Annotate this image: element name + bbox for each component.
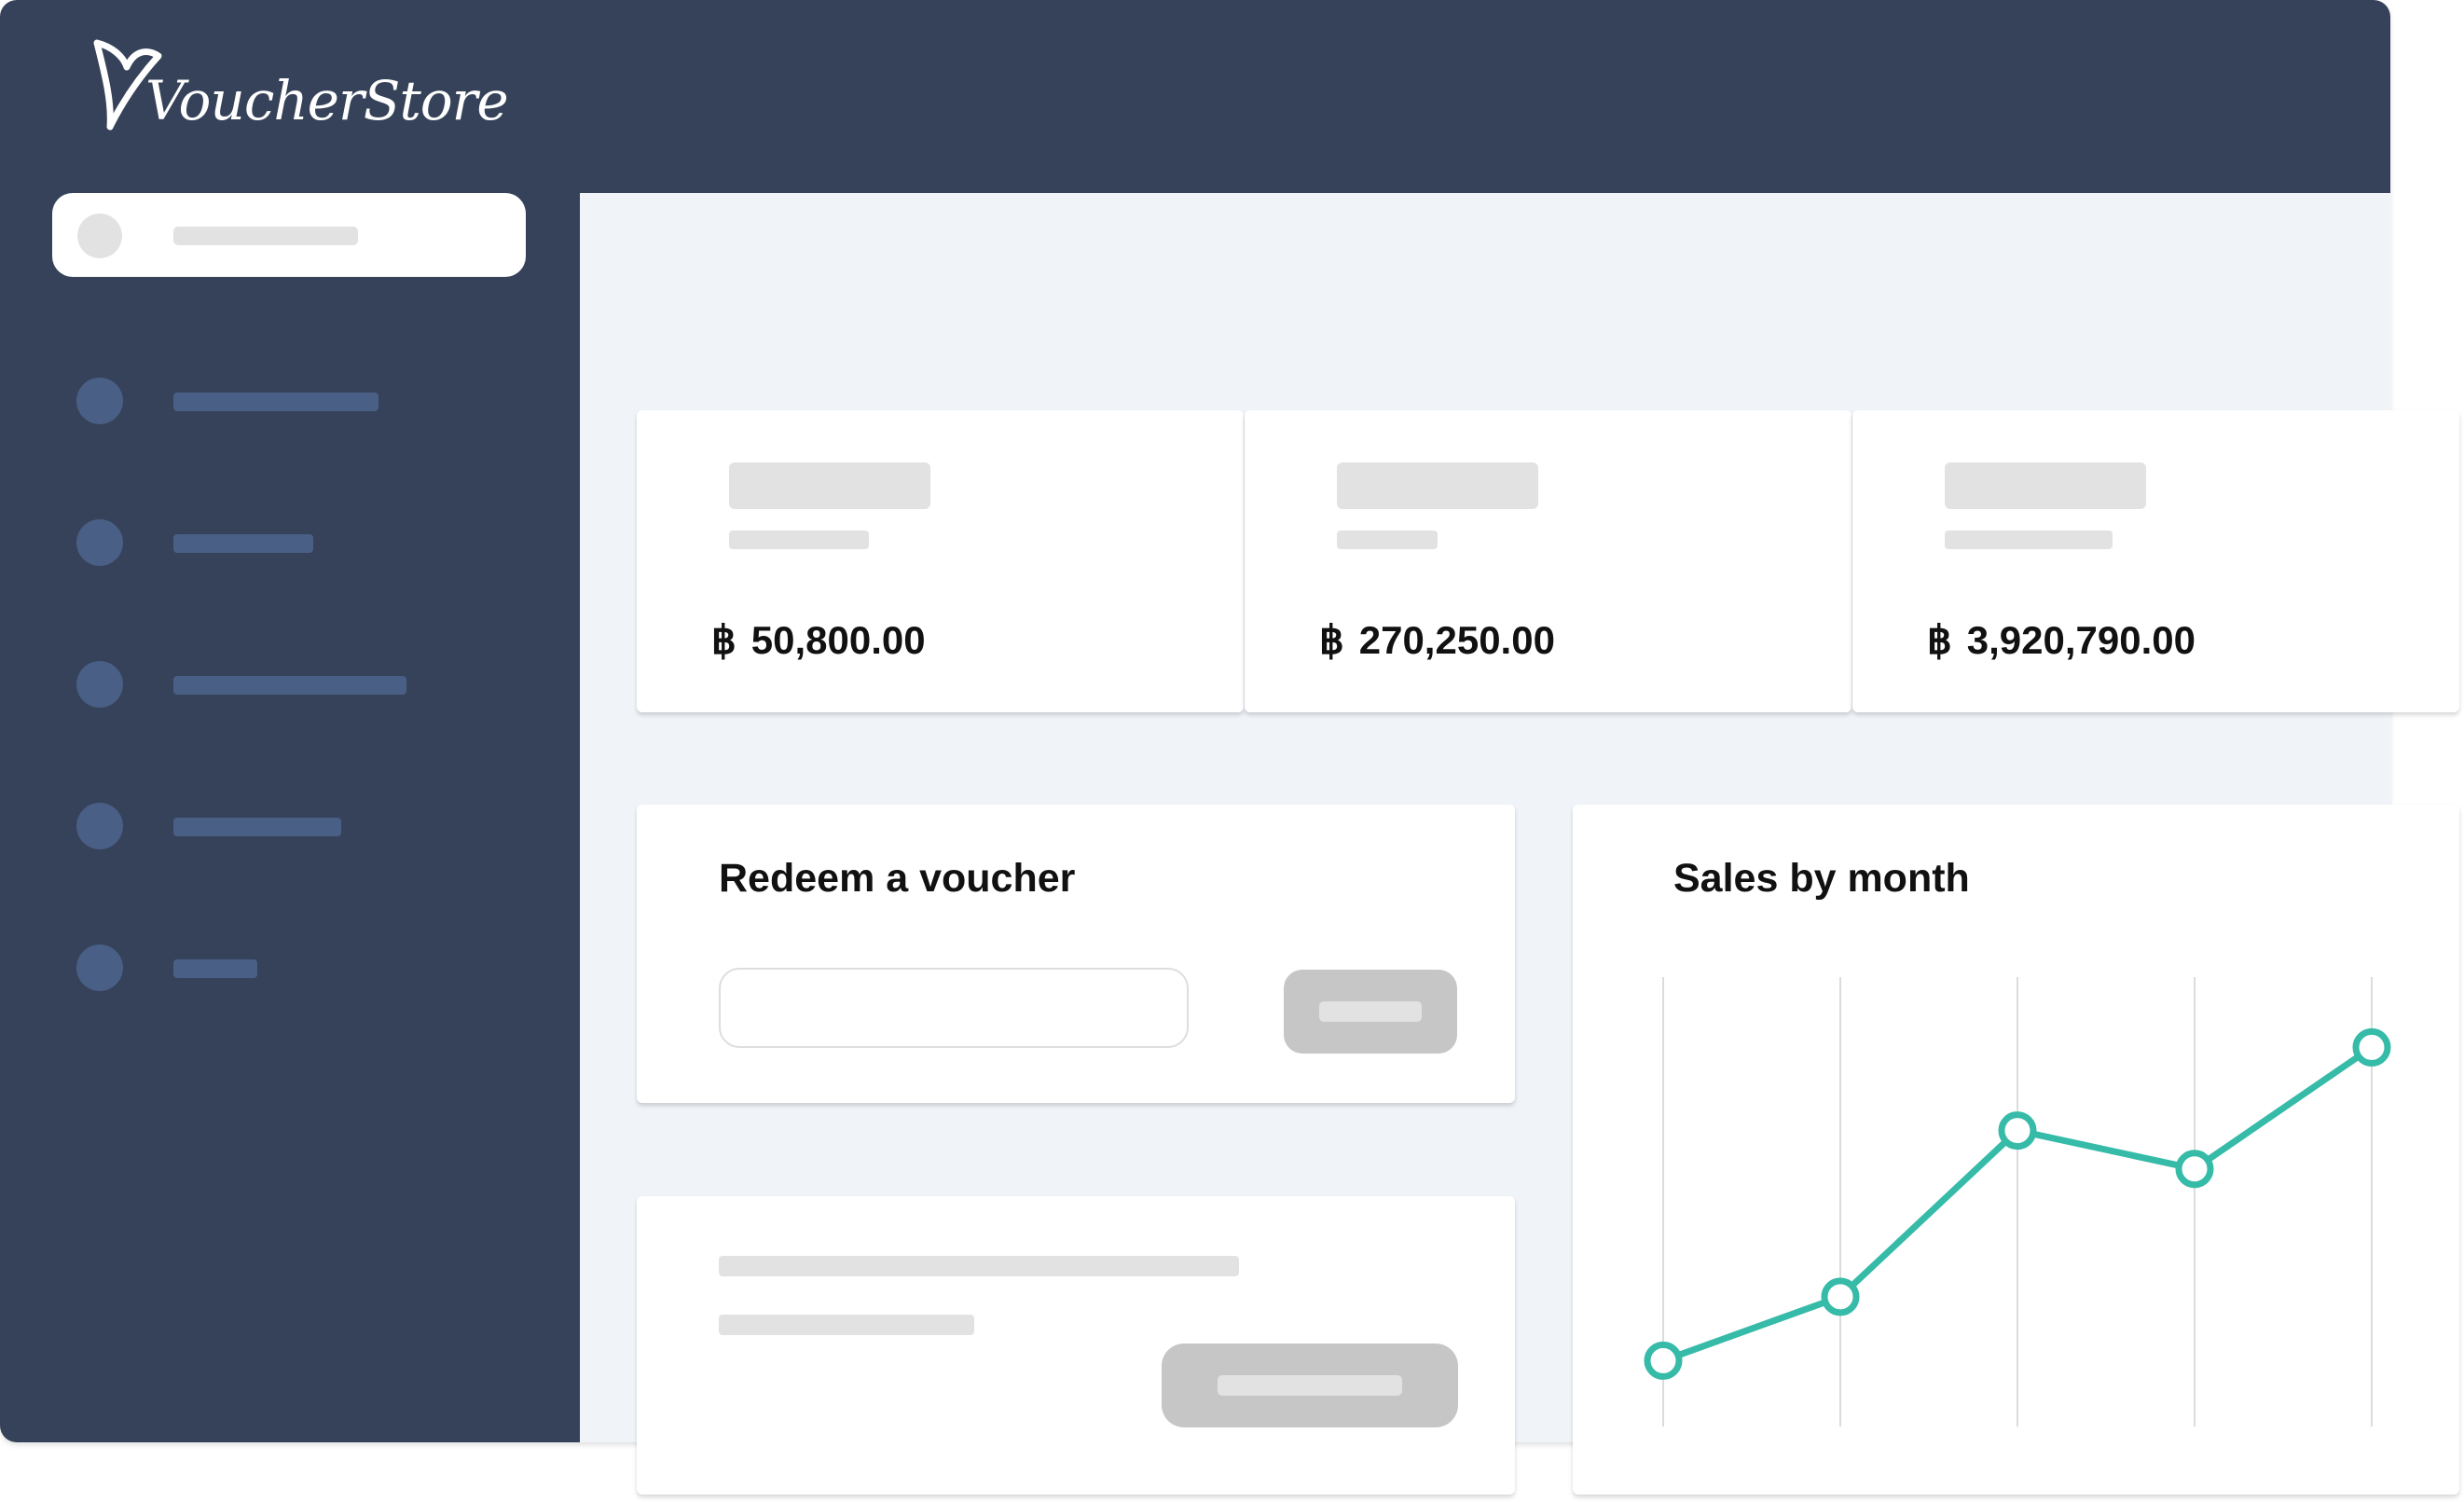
stat-amount: 3,920,790.00 bbox=[1966, 618, 2196, 662]
voucher-code-input[interactable] bbox=[719, 968, 1189, 1048]
avatar-placeholder-icon bbox=[77, 214, 122, 258]
brand-logo[interactable]: VoucherStore bbox=[91, 35, 509, 138]
data-point-4[interactable] bbox=[2175, 1150, 2214, 1189]
stat-title-placeholder bbox=[1945, 462, 2146, 509]
sidebar-item-label-placeholder bbox=[173, 959, 257, 978]
sidebar-item-label-placeholder bbox=[173, 393, 379, 411]
nav-dot-icon bbox=[76, 944, 123, 991]
sidebar-item-4[interactable] bbox=[76, 803, 505, 851]
nav-dot-icon bbox=[76, 378, 123, 424]
stat-subtitle-placeholder bbox=[1337, 531, 1438, 549]
stat-title-placeholder bbox=[729, 462, 930, 509]
sidebar-item-1[interactable] bbox=[76, 378, 505, 426]
stat-subtitle-placeholder bbox=[1945, 531, 2113, 549]
button-label-placeholder bbox=[1319, 1001, 1422, 1022]
search-placeholder-line bbox=[173, 227, 358, 245]
text-line-placeholder bbox=[719, 1315, 974, 1335]
sidebar-item-label-placeholder bbox=[173, 534, 313, 553]
redeem-voucher-card: Redeem a voucher bbox=[637, 805, 1515, 1103]
currency-symbol: ฿ bbox=[711, 618, 736, 662]
currency-symbol: ฿ bbox=[1927, 618, 1952, 662]
currency-symbol: ฿ bbox=[1319, 618, 1344, 662]
brand-name: VoucherStore bbox=[145, 69, 509, 132]
stat-card-3: ฿ 3,920,790.00 bbox=[1852, 410, 2459, 712]
sales-chart-card: Sales by month bbox=[1573, 805, 2459, 1495]
stat-card-2: ฿ 270,250.00 bbox=[1245, 410, 1851, 712]
nav-dot-icon bbox=[76, 661, 123, 708]
redeem-button[interactable] bbox=[1284, 970, 1457, 1054]
nav-dot-icon bbox=[76, 519, 123, 566]
button-label-placeholder bbox=[1218, 1375, 1402, 1396]
data-point-2[interactable] bbox=[1821, 1277, 1860, 1316]
stat-card-1: ฿ 50,800.00 bbox=[637, 410, 1244, 712]
sidebar-item-2[interactable] bbox=[76, 519, 505, 568]
action-button[interactable] bbox=[1162, 1344, 1458, 1427]
stat-value: ฿ 3,920,790.00 bbox=[1927, 617, 2196, 663]
sales-line-chart bbox=[1644, 977, 2391, 1426]
sidebar-search-pill[interactable] bbox=[52, 193, 526, 277]
stat-title-placeholder bbox=[1337, 462, 1538, 509]
nav-dot-icon bbox=[76, 803, 123, 849]
stat-value: ฿ 270,250.00 bbox=[1319, 617, 1555, 663]
sidebar-item-5[interactable] bbox=[76, 944, 505, 993]
data-point-1[interactable] bbox=[1644, 1341, 1683, 1380]
redeem-title: Redeem a voucher bbox=[719, 856, 1076, 901]
data-point-3[interactable] bbox=[1998, 1111, 2037, 1151]
sidebar-item-label-placeholder bbox=[173, 676, 406, 695]
stat-value: ฿ 50,800.00 bbox=[711, 617, 926, 663]
data-point-5[interactable] bbox=[2352, 1027, 2391, 1067]
stat-subtitle-placeholder bbox=[729, 531, 869, 549]
sidebar-item-3[interactable] bbox=[76, 661, 505, 710]
placeholder-card bbox=[637, 1196, 1515, 1495]
stat-amount: 270,250.00 bbox=[1358, 618, 1555, 662]
text-line-placeholder bbox=[719, 1256, 1239, 1276]
sidebar-item-label-placeholder bbox=[173, 818, 341, 836]
stat-amount: 50,800.00 bbox=[750, 618, 926, 662]
